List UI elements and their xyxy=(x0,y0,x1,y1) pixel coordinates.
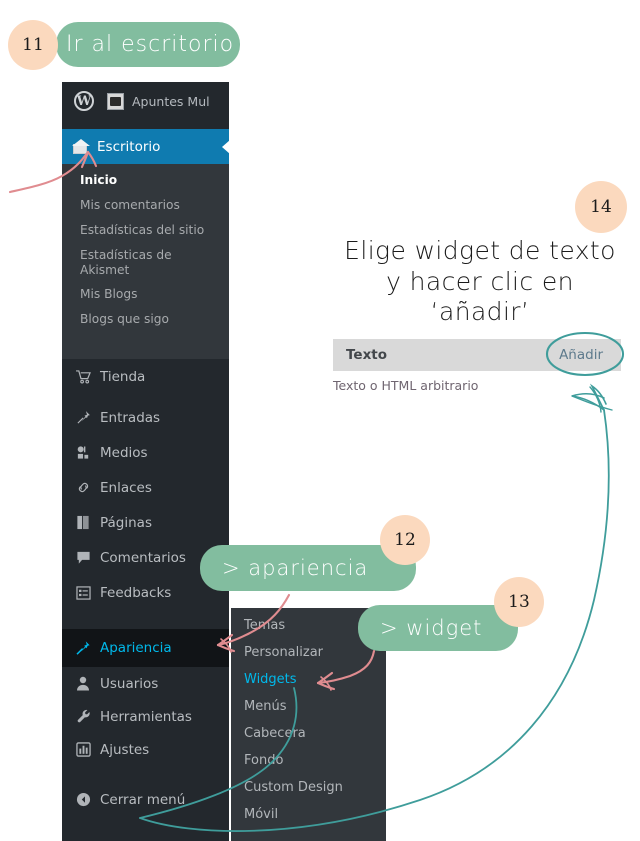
submenu-item-blogs-que-sigo[interactable]: Blogs que sigo xyxy=(62,307,229,332)
sidebar-item-label: Herramientas xyxy=(100,708,192,725)
appearance-menu-list: Usuarios Herramientas Ajustes Cerrar men… xyxy=(62,667,229,816)
sidebar-item-herramientas[interactable]: Herramientas xyxy=(62,700,229,733)
pages-icon xyxy=(73,515,93,530)
sidebar-item-ajustes[interactable]: Ajustes xyxy=(62,733,229,766)
sidebar-item-escritorio[interactable]: Escritorio xyxy=(62,129,230,164)
media-icon xyxy=(73,445,93,460)
callout-step-14-text: Elige widget de texto y hacer clic en ‘a… xyxy=(335,236,625,328)
sidebar-item-entradas[interactable]: Entradas xyxy=(62,400,229,435)
wrench-icon xyxy=(73,709,93,724)
callout-line-2: y hacer clic en ‘añadir’ xyxy=(386,266,574,327)
sidebar-item-label: Feedbacks xyxy=(100,584,172,601)
cart-icon xyxy=(73,369,93,384)
submenu-item-inicio[interactable]: Inicio xyxy=(62,168,229,193)
link-icon xyxy=(73,480,93,495)
brush-icon xyxy=(73,640,93,656)
sidebar-item-enlaces[interactable]: Enlaces xyxy=(62,470,229,505)
submenu-item-estadisticas-sitio[interactable]: Estadísticas del sitio xyxy=(62,218,229,243)
step-badge-11: 11 xyxy=(8,20,58,70)
submenu-item-estadisticas-akismet[interactable]: Estadísticas de Akismet xyxy=(62,243,200,283)
dashboard-submenu: Inicio Mis comentarios Estadísticas del … xyxy=(62,164,229,359)
sidebar-item-usuarios[interactable]: Usuarios xyxy=(62,667,229,700)
comment-icon xyxy=(73,550,93,565)
widget-description: Texto o HTML arbitrario xyxy=(333,378,479,393)
step-badge-14: 14 xyxy=(575,181,627,233)
callout-bubble-step-11: Ir al escritorio xyxy=(56,22,240,67)
sidebar-item-label: Apariencia xyxy=(100,640,172,656)
sidebar-item-label: Ajustes xyxy=(100,741,150,758)
sidebar-item-label: Comentarios xyxy=(100,549,186,566)
sidebar-item-label: Usuarios xyxy=(100,675,159,692)
callout-bubble-label: > apariencia xyxy=(222,556,369,580)
step-badge-13: 13 xyxy=(494,577,544,627)
site-name-label[interactable]: Apuntes Mul xyxy=(132,94,210,109)
submenu-item-menus[interactable]: Menús xyxy=(231,693,386,720)
callout-bubble-label: > widget xyxy=(380,616,483,640)
sidebar-item-medios[interactable]: Medios xyxy=(62,435,229,470)
submenu-item-custom-design[interactable]: Custom Design xyxy=(231,774,386,801)
screenshot-stage: W Apuntes Mul Escritorio Inicio Mis come… xyxy=(0,0,640,841)
collapse-arrow-icon xyxy=(73,792,93,807)
gear-icon xyxy=(73,742,93,757)
submenu-item-fondo[interactable]: Fondo xyxy=(231,747,386,774)
submenu-item-mis-comentarios[interactable]: Mis comentarios xyxy=(62,193,229,218)
site-shield-icon[interactable] xyxy=(107,92,124,110)
widget-row-texto[interactable]: Texto Añadir xyxy=(333,339,621,371)
wp-admin-bar: W Apuntes Mul xyxy=(62,82,229,120)
feedback-icon xyxy=(73,585,93,600)
sidebar-item-paginas[interactable]: Páginas xyxy=(62,505,229,540)
submenu-item-cabecera[interactable]: Cabecera xyxy=(231,720,386,747)
callout-line-1: Elige widget de texto xyxy=(344,236,616,265)
add-widget-link[interactable]: Añadir xyxy=(559,347,603,363)
active-pointer-icon xyxy=(222,139,230,154)
sidebar-item-label: Tienda xyxy=(100,368,146,385)
sidebar-item-label: Páginas xyxy=(100,514,152,531)
sidebar-item-cerrar-menu[interactable]: Cerrar menú xyxy=(62,783,229,816)
widget-name-label: Texto xyxy=(346,347,388,363)
step-badge-12: 12 xyxy=(380,515,430,565)
sidebar-item-label: Enlaces xyxy=(100,479,152,496)
sidebar-item-tienda[interactable]: Tienda xyxy=(62,359,229,394)
wordpress-logo-icon[interactable]: W xyxy=(74,91,94,111)
sidebar-item-label: Entradas xyxy=(100,409,161,426)
callout-bubble-label: Ir al escritorio xyxy=(66,32,235,57)
sidebar-item-label: Medios xyxy=(100,444,148,461)
submenu-item-mis-blogs[interactable]: Mis Blogs xyxy=(62,282,229,307)
pin-icon xyxy=(73,410,93,425)
sidebar-item-apariencia[interactable]: Apariencia xyxy=(62,629,229,667)
submenu-item-widgets[interactable]: Widgets xyxy=(231,666,386,693)
user-icon xyxy=(73,676,93,691)
home-icon xyxy=(72,138,90,154)
callout-bubble-step-13: > widget xyxy=(358,605,518,651)
sidebar-item-label: Escritorio xyxy=(97,138,161,155)
sidebar-item-label: Cerrar menú xyxy=(100,791,186,808)
submenu-item-movil[interactable]: Móvil xyxy=(231,801,386,828)
